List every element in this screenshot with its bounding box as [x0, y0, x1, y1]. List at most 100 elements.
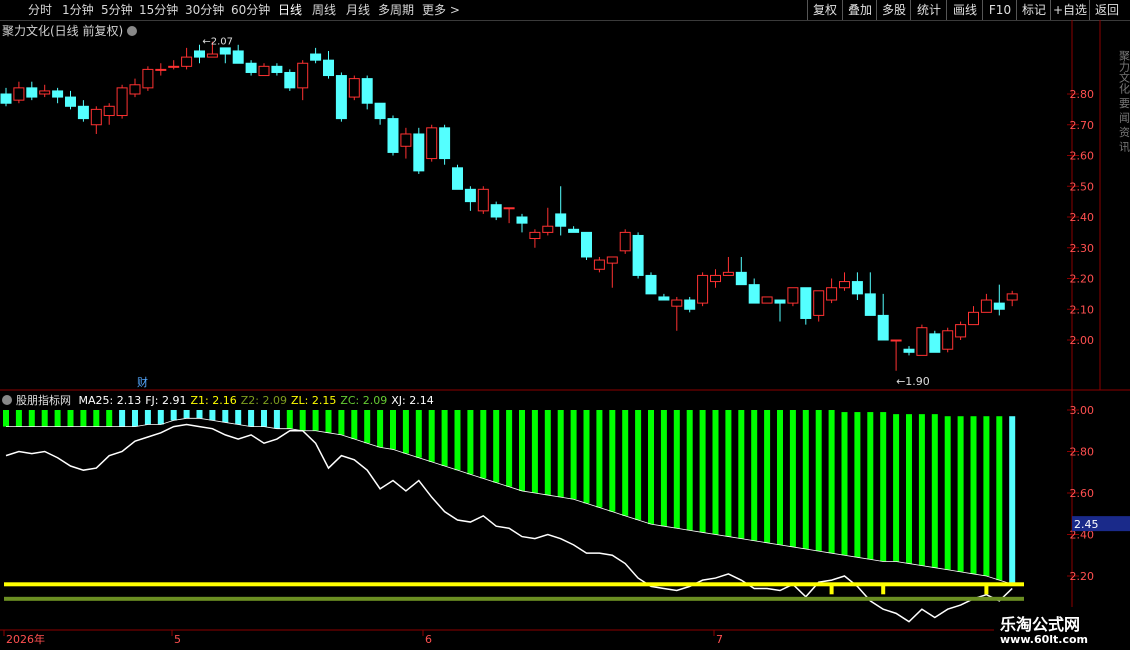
fj-bar: [841, 412, 848, 556]
fj-bar: [351, 410, 358, 440]
indicator-value-4: ZL: 2.15: [290, 394, 337, 407]
toolbar-button-0[interactable]: 复权: [807, 0, 842, 20]
candle-body: [839, 281, 850, 289]
date-label-0: 2026年: [6, 632, 45, 646]
fj-bar: [789, 410, 796, 547]
candle-body: [284, 71, 296, 89]
price-label-2: 2.60: [1070, 150, 1095, 163]
candle-body: [26, 87, 38, 98]
fj-bar: [1009, 416, 1016, 585]
watermark: 乐淘公式网 www.60lt.com: [994, 607, 1130, 650]
candle-body: [168, 65, 180, 68]
candle-body: [335, 75, 347, 120]
candle-body: [903, 348, 915, 353]
candle-body: [619, 231, 631, 252]
fj-bar: [467, 410, 474, 475]
fj-bar: [544, 410, 551, 496]
candle-body: [129, 84, 141, 95]
candle-body: [774, 299, 786, 304]
fj-bar: [15, 410, 22, 427]
chart-area[interactable]: 2.80 2.70 2.60 2.50 2.40 2.30 2.20 2.10 2.00 聚力文化…: [0, 20, 1130, 650]
period-10[interactable]: 更多 >: [422, 2, 460, 18]
side-vertical-text: 聚力文化 要 闻 资 讯: [1118, 50, 1130, 153]
fj-bar: [428, 410, 435, 462]
candle-body: [232, 50, 244, 64]
fj-bar: [918, 414, 925, 566]
fj-bar: [712, 410, 719, 535]
fj-bar: [80, 410, 87, 427]
candle-body: [890, 339, 902, 342]
fj-bar: [54, 410, 61, 427]
candle-body: [477, 188, 489, 212]
period-3[interactable]: 15分钟: [139, 2, 178, 18]
period-1[interactable]: 1分钟: [62, 2, 94, 18]
period-9[interactable]: 多周期: [378, 2, 414, 18]
period-5[interactable]: 60分钟: [231, 2, 270, 18]
fj-bar: [106, 410, 113, 427]
indicator-value-1: FJ: 2.91: [145, 394, 187, 407]
toolbar-button-3[interactable]: 统计: [910, 0, 947, 20]
period-8[interactable]: 月线: [346, 2, 370, 18]
toolbar-button-6[interactable]: 标记: [1016, 0, 1051, 20]
period-7[interactable]: 周线: [312, 2, 336, 18]
fj-bar: [931, 414, 938, 568]
fj-bar: [815, 410, 822, 552]
toolbar-button-5[interactable]: F10: [982, 0, 1017, 20]
fj-bar: [28, 410, 35, 427]
candle-body: [503, 207, 515, 210]
fj-bar: [699, 410, 706, 533]
candle-body: [348, 78, 360, 98]
candle-body: [516, 216, 528, 224]
price-label-1: 2.70: [1070, 119, 1095, 132]
fj-bar: [944, 416, 951, 570]
fj-bar: [777, 410, 783, 545]
indicator-value-2: Z1: 2.16: [190, 394, 237, 407]
toolbar-button-4[interactable]: 画线: [946, 0, 983, 20]
z1-band: [4, 582, 1024, 587]
candle-body: [181, 56, 193, 67]
candle-body: [916, 327, 928, 356]
fj-bar: [144, 410, 151, 425]
toolbar-button-8[interactable]: 返回: [1089, 0, 1124, 20]
candle-body: [877, 314, 889, 341]
candle-body: [722, 271, 734, 276]
candle-body: [980, 299, 992, 313]
ind-label-2: 2.60: [1070, 487, 1095, 500]
fj-bar: [299, 410, 306, 431]
toolbar-button-1[interactable]: 叠加: [842, 0, 877, 20]
indicator-name: 股朋指标网: [16, 394, 71, 407]
fj-bar: [596, 410, 603, 508]
candle-body: [219, 47, 231, 55]
candle-body: [993, 302, 1005, 310]
toolbar-button-2[interactable]: 多股: [876, 0, 911, 20]
candle-body: [142, 68, 154, 89]
fj-bar: [93, 410, 100, 427]
candle-body: [645, 274, 657, 295]
fj-bar: [854, 412, 861, 558]
fj-bar: [506, 410, 513, 487]
candle-body: [761, 296, 773, 304]
period-2[interactable]: 5分钟: [101, 2, 133, 18]
candle-body: [387, 118, 399, 153]
price-label-5: 2.30: [1070, 242, 1095, 255]
candle-body: [813, 290, 825, 316]
fj-bar: [157, 410, 164, 425]
period-0[interactable]: 分时: [28, 2, 52, 18]
candle-body: [684, 299, 696, 310]
candle-body: [103, 105, 115, 117]
fj-bar: [802, 410, 809, 550]
candle-body: [323, 59, 334, 77]
candle-body: [826, 287, 838, 301]
toolbar-button-7[interactable]: +自选: [1050, 0, 1089, 20]
candle-body: [271, 65, 283, 73]
candle-body: [490, 204, 502, 218]
indicator-menu-icon[interactable]: [2, 395, 12, 405]
fj-bar: [557, 410, 564, 498]
candle-body: [606, 256, 618, 264]
candle-body: [65, 96, 76, 107]
candle-body: [555, 213, 567, 227]
period-4[interactable]: 30分钟: [185, 2, 224, 18]
date-label-1: 5: [174, 633, 181, 646]
fj-bar: [377, 410, 384, 448]
period-6[interactable]: 日线: [278, 2, 302, 18]
